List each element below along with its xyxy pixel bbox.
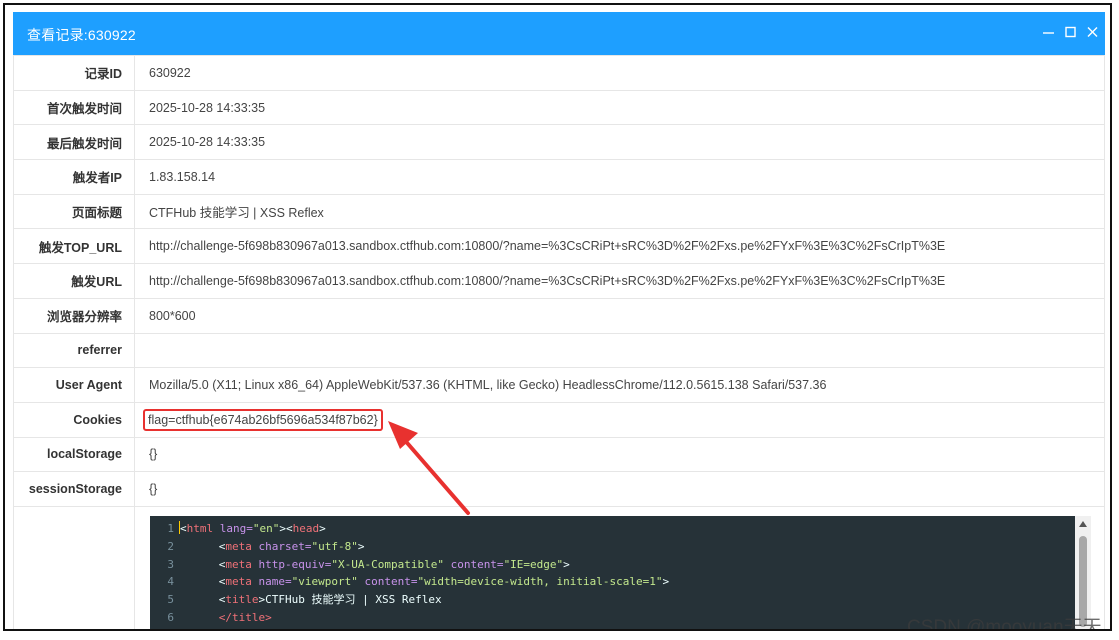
record-row-url: 触发URL http://challenge-5f698b830967a013.… bbox=[13, 263, 1105, 299]
field-label: 触发URL bbox=[13, 263, 135, 299]
field-label: localStorage bbox=[13, 436, 135, 473]
field-value: CTFHub 技能学习 | XSS Reflex bbox=[134, 193, 1105, 230]
close-icon[interactable] bbox=[1085, 23, 1101, 41]
record-row-page-title: 页面标题 CTFHub 技能学习 | XSS Reflex bbox=[13, 193, 1105, 230]
record-row-resolution: 浏览器分辨率 800*600 bbox=[13, 297, 1105, 334]
field-value: 2025-10-28 14:33:35 bbox=[134, 124, 1105, 161]
code-line: 4 <meta name="viewport" content="width=d… bbox=[167, 575, 670, 589]
dialog-content: 记录ID 630922 首次触发时间 2025-10-28 14:33:35 最… bbox=[13, 55, 1105, 629]
record-row-first-trigger: 首次触发时间 2025-10-28 14:33:35 bbox=[13, 89, 1105, 126]
record-row-user-agent: User Agent Mozilla/5.0 (X11; Linux x86_6… bbox=[13, 367, 1105, 403]
red-arrow-annotation-icon bbox=[388, 421, 470, 515]
record-row-sessionstorage: sessionStorage {} bbox=[13, 471, 1105, 507]
record-row-localstorage: localStorage {} bbox=[13, 436, 1105, 473]
field-value bbox=[134, 332, 1105, 369]
field-value: http://challenge-5f698b830967a013.sandbo… bbox=[134, 228, 1105, 265]
field-label: 首次触发时间 bbox=[13, 89, 135, 126]
field-value: http://challenge-5f698b830967a013.sandbo… bbox=[134, 263, 1105, 299]
csdn-watermark: CSDN @mooyuan天天 bbox=[907, 617, 1102, 631]
field-value: flag=ctfhub{e674ab26bf5696a534f87b62} bbox=[134, 401, 1105, 438]
field-label: 触发者IP bbox=[13, 159, 135, 195]
field-value: Mozilla/5.0 (X11; Linux x86_64) AppleWeb… bbox=[134, 367, 1105, 403]
field-label: Cookies bbox=[13, 401, 135, 438]
field-label: 记录ID bbox=[13, 55, 135, 91]
screenshot-frame: 查看记录:630922 记录ID 630922 首次触发时间 2025-10-2… bbox=[3, 3, 1112, 631]
record-row-id: 记录ID 630922 bbox=[13, 55, 1105, 91]
record-row-last-trigger: 最后触发时间 2025-10-28 14:33:35 bbox=[13, 124, 1105, 161]
field-value: 630922 bbox=[134, 55, 1105, 91]
cookie-highlight-box: flag=ctfhub{e674ab26bf5696a534f87b62} bbox=[143, 408, 383, 431]
maximize-icon[interactable] bbox=[1063, 23, 1079, 41]
code-line: 3 <meta http-equiv="X-UA-Compatible" con… bbox=[167, 557, 570, 571]
minimize-icon[interactable] bbox=[1041, 23, 1057, 41]
code-line: 2 <meta charset="utf-8"> bbox=[167, 539, 365, 553]
field-label: referrer bbox=[13, 332, 135, 369]
code-line: 5 <title>CTFHub 技能学习 | XSS Reflex bbox=[167, 593, 442, 607]
field-value: 1.83.158.14 bbox=[134, 159, 1105, 195]
field-label: sessionStorage bbox=[13, 471, 135, 507]
field-label: 触发TOP_URL bbox=[13, 228, 135, 265]
dialog-titlebar: 查看记录:630922 bbox=[13, 12, 1105, 55]
field-label bbox=[13, 505, 135, 629]
record-row-top-url: 触发TOP_URL http://challenge-5f698b830967a… bbox=[13, 228, 1105, 265]
record-row-ip: 触发者IP 1.83.158.14 bbox=[13, 159, 1105, 195]
record-row-cookies: Cookies flag=ctfhub{e674ab26bf5696a534f8… bbox=[13, 401, 1105, 438]
field-value: {} bbox=[134, 436, 1105, 473]
field-label: 最后触发时间 bbox=[13, 124, 135, 161]
field-value: {} bbox=[134, 471, 1105, 507]
record-row-referrer: referrer bbox=[13, 332, 1105, 369]
field-label: 页面标题 bbox=[13, 193, 135, 230]
scroll-up-arrow-icon[interactable] bbox=[1079, 521, 1087, 527]
dialog-title: 查看记录:630922 bbox=[27, 27, 136, 43]
field-value: 800*600 bbox=[134, 297, 1105, 334]
code-line: 1 <html lang="en"><head> bbox=[167, 521, 326, 535]
field-label: 浏览器分辨率 bbox=[13, 297, 135, 334]
field-value: 2025-10-28 14:33:35 bbox=[134, 89, 1105, 126]
field-label: User Agent bbox=[13, 367, 135, 403]
